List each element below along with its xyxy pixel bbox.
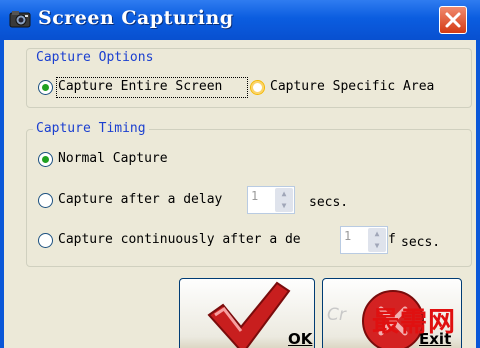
- window-title: Screen Capturing: [38, 7, 234, 29]
- radio-selected-dot: [42, 156, 49, 163]
- close-icon: [445, 12, 461, 28]
- continuous-suffix-label: f: [388, 232, 396, 247]
- watermark-faint-text: Cr: [327, 305, 346, 325]
- title-bar[interactable]: Screen Capturing: [0, 0, 480, 40]
- checkmark-icon: [207, 281, 291, 348]
- delay-unit-label: secs.: [309, 195, 349, 210]
- continuous-unit-label: secs.: [401, 235, 441, 250]
- spin-down-icon[interactable]: ▼: [275, 200, 293, 212]
- specific-area-label[interactable]: Capture Specific Area: [270, 79, 434, 94]
- normal-capture-label[interactable]: Normal Capture: [58, 151, 168, 166]
- capture-options-legend: Capture Options: [33, 50, 157, 65]
- radio-selected-dot: [42, 84, 49, 91]
- continuous-capture-label[interactable]: Capture continuously after a de: [58, 232, 301, 247]
- ok-label[interactable]: OK: [288, 330, 312, 348]
- spin-down-icon[interactable]: ▼: [368, 240, 386, 252]
- delay-seconds-spinner[interactable]: 1 ▲ ▼: [247, 186, 295, 214]
- ok-button[interactable]: OK: [179, 278, 315, 348]
- close-button[interactable]: [439, 6, 467, 34]
- delay-seconds-value[interactable]: 1: [251, 189, 258, 203]
- entire-screen-label[interactable]: Capture Entire Screen: [58, 79, 222, 94]
- continuous-seconds-spinner[interactable]: 1 ▲ ▼: [340, 226, 388, 254]
- entire-screen-radio[interactable]: [38, 80, 53, 95]
- delay-capture-radio[interactable]: [38, 193, 53, 208]
- camera-icon: [9, 11, 31, 28]
- spin-up-icon[interactable]: ▲: [275, 188, 293, 200]
- normal-capture-radio[interactable]: [38, 152, 53, 167]
- continuous-seconds-value[interactable]: 1: [344, 229, 351, 243]
- spinner-buttons[interactable]: ▲ ▼: [368, 228, 386, 252]
- specific-area-radio[interactable]: [250, 80, 265, 95]
- watermark-text: 最需网: [372, 307, 456, 338]
- spin-up-icon[interactable]: ▲: [368, 228, 386, 240]
- delay-capture-label[interactable]: Capture after a delay: [58, 192, 222, 207]
- continuous-capture-radio[interactable]: [38, 233, 53, 248]
- screen-capturing-dialog: Screen Capturing Capture Options Capture…: [0, 0, 480, 348]
- spinner-buttons[interactable]: ▲ ▼: [275, 188, 293, 212]
- capture-timing-legend: Capture Timing: [33, 121, 149, 136]
